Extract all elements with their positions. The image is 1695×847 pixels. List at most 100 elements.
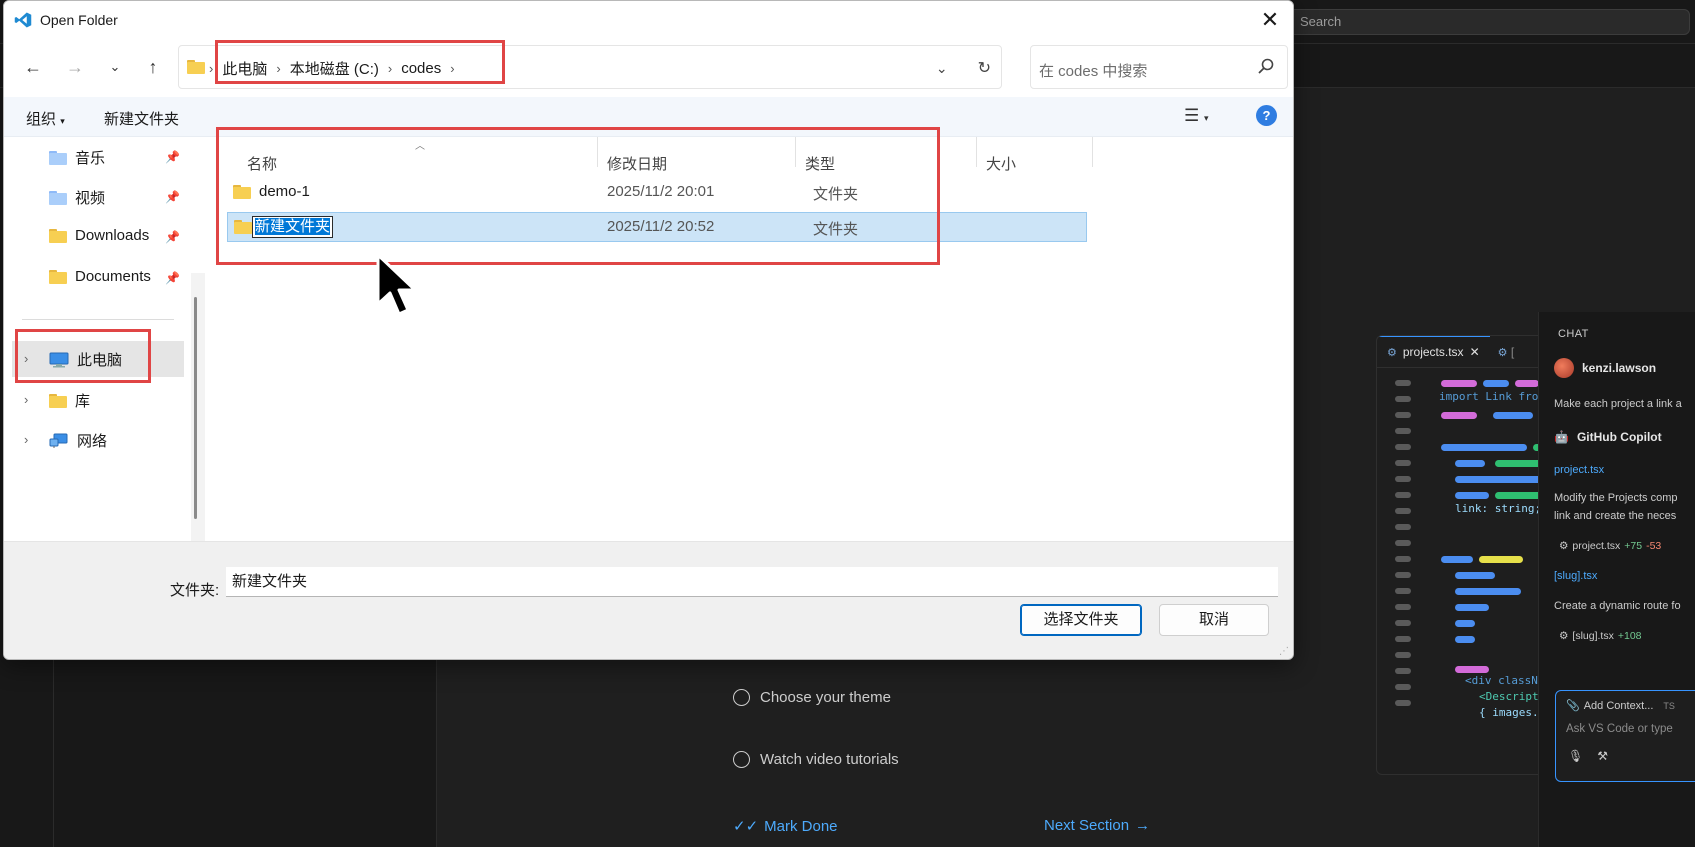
file-name: [slug].tsx (1572, 630, 1614, 642)
chat-title: CHAT (1558, 328, 1589, 340)
forward-button[interactable]: → (60, 53, 90, 81)
code-line: link: string; (1455, 502, 1542, 515)
column-divider[interactable] (1092, 137, 1093, 167)
tab-label: [ (1510, 344, 1515, 359)
file-link-slug[interactable]: [slug].tsx (1554, 570, 1597, 582)
annotation-box-breadcrumb (215, 40, 505, 84)
arrow-left-icon: ← (24, 57, 42, 77)
pin-icon[interactable]: 📌 (165, 150, 180, 164)
pin-icon[interactable]: 📌 (165, 230, 180, 244)
microphone-icon[interactable]: 🎙 (1568, 749, 1583, 763)
help-button[interactable]: ? (1256, 105, 1277, 126)
navigation-bar: ← → ⌄ ↑ › 此电脑 › 本地磁盘 (C:) › codes › ⌄ ↻ … (4, 39, 1293, 95)
organize-label: 组织 (26, 111, 57, 128)
dialog-title-bar: Open Folder ✕ (4, 1, 1293, 39)
dialog-title: Open Folder (40, 12, 118, 28)
folder-icon (49, 228, 67, 243)
add-context-button[interactable]: 📎 Add Context... TS (1566, 699, 1675, 713)
paperclip-icon: 📎 (1566, 700, 1580, 712)
user-message: Make each project a link a (1554, 398, 1682, 410)
close-button[interactable]: ✕ (1253, 3, 1287, 37)
folder-icon (187, 60, 205, 74)
pin-icon[interactable]: 📌 (165, 190, 180, 204)
chat-user: kenzi.lawson (1554, 358, 1656, 378)
column-divider[interactable] (976, 137, 977, 167)
chat-input-tools: 🎙 ⚒ (1568, 749, 1608, 763)
nav-item-label: Documents (75, 268, 151, 285)
file-link-project[interactable]: project.tsx (1554, 464, 1604, 476)
nav-item-documents[interactable]: Documents (49, 268, 151, 285)
walkthrough-item-label: Watch video tutorials (760, 751, 899, 768)
divider (22, 319, 174, 320)
close-icon[interactable]: ✕ (1470, 345, 1480, 359)
annotation-box-file-list (216, 127, 940, 265)
user-name: kenzi.lawson (1582, 361, 1657, 375)
chevron-right-icon[interactable]: › (24, 392, 28, 407)
react-file-icon: ⚙ (1559, 630, 1569, 642)
tab-other[interactable]: ⚙ [ (1490, 345, 1523, 359)
organize-menu[interactable]: 组织 ▾ (26, 108, 65, 129)
up-button[interactable]: ↑ (138, 53, 168, 81)
next-section-label: Next Section (1044, 817, 1130, 834)
command-center-search[interactable]: Search (1285, 9, 1690, 35)
mouse-pointer-icon (376, 253, 417, 316)
copilot-name: GitHub Copilot (1576, 430, 1662, 444)
code-line: <div classN (1465, 674, 1538, 687)
cancel-button[interactable]: 取消 (1159, 604, 1269, 636)
copilot-header: 🤖 GitHub Copilot (1554, 430, 1662, 444)
chat-panel: CHAT kenzi.lawson Make each project a li… (1538, 312, 1695, 847)
file-change-slug[interactable]: ⚙ [slug].tsx +108 (1559, 630, 1642, 642)
nav-item-music[interactable]: 音乐 (49, 147, 105, 168)
check-all-icon: ✓✓ (733, 818, 759, 835)
recent-locations-button[interactable]: ⌄ (100, 53, 130, 81)
language-badge: TS (1663, 700, 1675, 711)
folder-name-input[interactable]: 新建文件夹 (226, 567, 1278, 597)
next-section-link[interactable]: Next Section → (1044, 817, 1150, 834)
view-options-button[interactable]: ☰ ▾ (1184, 106, 1209, 126)
search-placeholder: 在 codes 中搜索 (1039, 63, 1148, 80)
walkthrough-item-theme[interactable]: Choose your theme (733, 689, 891, 706)
nav-item-label: 视频 (75, 190, 106, 207)
nav-item-videos[interactable]: 视频 (49, 187, 105, 208)
mark-done-label: Mark Done (764, 817, 838, 835)
file-change-project[interactable]: ⚙ project.tsx +75 -53 (1559, 540, 1661, 552)
additions: +75 (1624, 540, 1643, 552)
deletions: -53 (1646, 540, 1662, 552)
caret-down-icon: ▾ (1203, 113, 1209, 123)
nav-item-network[interactable]: 网络 (49, 430, 107, 451)
response-line: Create a dynamic route fo (1554, 600, 1681, 612)
code-line: { images. (1479, 706, 1539, 719)
chat-placeholder: Ask VS Code or type (1566, 723, 1673, 735)
resize-grip-icon[interactable]: ⋰ (1279, 646, 1289, 657)
folder-label: 文件夹: (170, 582, 220, 599)
react-file-icon: ⚙ (1387, 346, 1397, 359)
file-name: project.tsx (1572, 540, 1621, 552)
new-folder-button[interactable]: 新建文件夹 (104, 108, 179, 129)
nav-item-label: Downloads (75, 227, 150, 244)
response-line: link and create the neces (1554, 510, 1677, 522)
chevron-down-icon[interactable]: ⌄ (936, 60, 948, 77)
walkthrough-item-tutorials[interactable]: Watch video tutorials (733, 751, 899, 768)
back-button[interactable]: ← (18, 53, 48, 81)
column-header-size[interactable]: 大小 (986, 153, 1016, 174)
nav-item-downloads[interactable]: Downloads (49, 227, 149, 244)
tab-projects-tsx[interactable]: ⚙ projects.tsx ✕ (1377, 336, 1490, 368)
nav-item-label: 网络 (77, 433, 108, 450)
response-line: Modify the Projects comp (1554, 492, 1678, 504)
mark-done-link[interactable]: ✓✓ Mark Done (733, 817, 838, 836)
dialog-footer: 文件夹: 新建文件夹 选择文件夹 取消 ⋰ (4, 541, 1293, 659)
nav-item-library[interactable]: 库 (49, 390, 90, 411)
refresh-icon[interactable]: ↻ (978, 58, 991, 78)
nav-scrollbar-thumb[interactable] (194, 297, 197, 519)
pin-icon[interactable]: 📌 (165, 271, 180, 285)
search-input[interactable]: 在 codes 中搜索 (1030, 45, 1288, 89)
additions: +108 (1617, 630, 1642, 642)
caret-down-icon: ▾ (60, 116, 65, 126)
tools-icon[interactable]: ⚒ (1597, 749, 1608, 763)
help-icon: ? (1262, 108, 1271, 123)
list-view-icon: ☰ (1184, 106, 1200, 125)
chat-input[interactable]: 📎 Add Context... TS Ask VS Code or type … (1555, 690, 1695, 782)
chevron-right-icon[interactable]: › (24, 432, 28, 447)
select-folder-button[interactable]: 选择文件夹 (1020, 604, 1142, 636)
walkthrough-item-label: Choose your theme (760, 689, 891, 706)
